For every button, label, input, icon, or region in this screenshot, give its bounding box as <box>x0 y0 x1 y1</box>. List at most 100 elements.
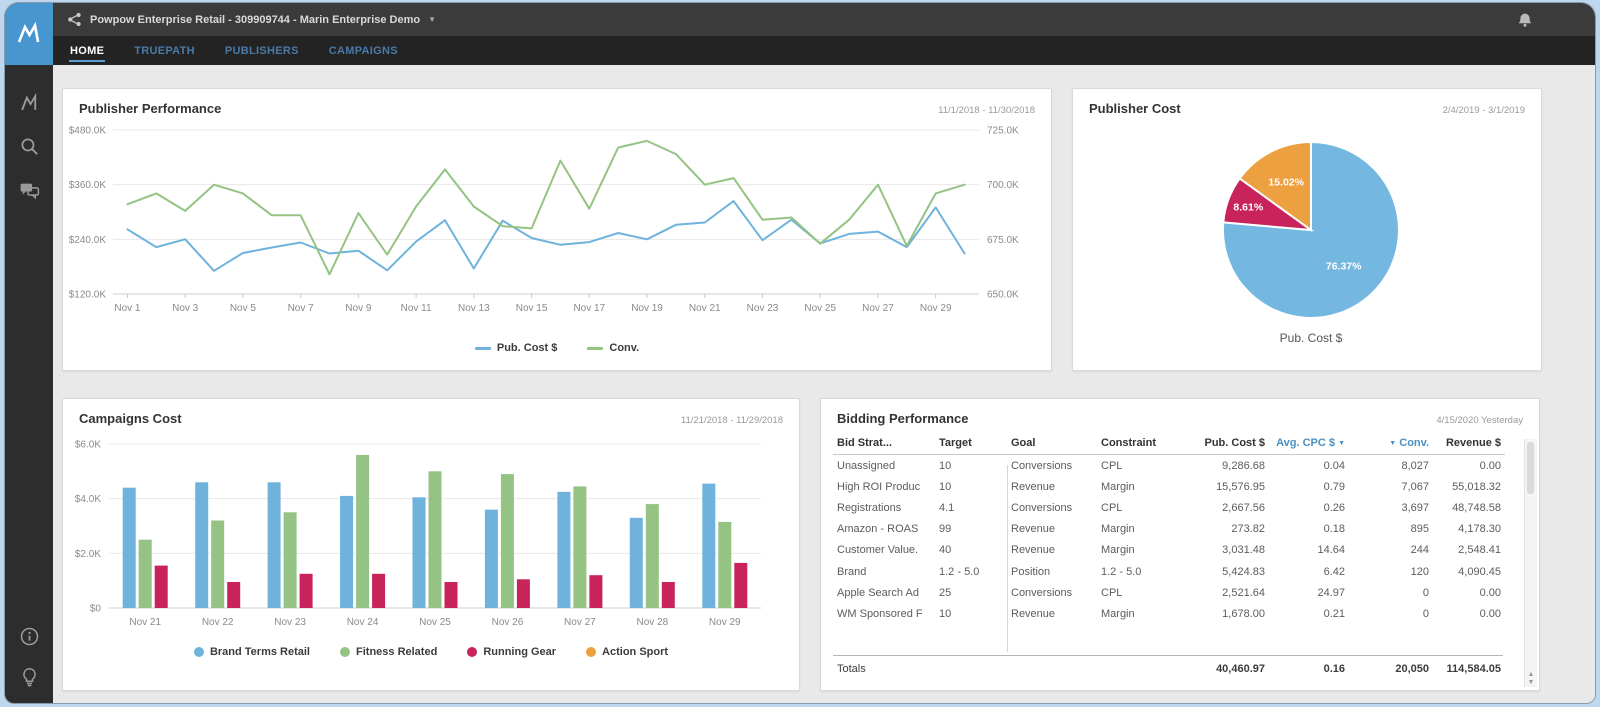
table-cell: Position <box>1007 561 1097 582</box>
scrollbar-thumb[interactable] <box>1527 442 1534 494</box>
tab-truepath[interactable]: TRUEPATH <box>133 38 196 64</box>
primary-nav: HOME TRUEPATH PUBLISHERS CAMPAIGNS <box>53 36 1595 65</box>
panel-date-range: 2/4/2019 - 3/1/2019 <box>1443 105 1525 116</box>
svg-text:Nov 17: Nov 17 <box>573 303 605 314</box>
svg-text:700.0K: 700.0K <box>987 180 1019 191</box>
table-row[interactable]: Brand1.2 - 5.0Position1.2 - 5.05,424.836… <box>833 561 1505 582</box>
table-cell: Amazon - ROAS <box>833 519 935 540</box>
table-scrollbar[interactable]: ▲ ▼ <box>1524 439 1537 687</box>
marin-logo[interactable] <box>5 3 53 65</box>
scroll-up-arrow[interactable]: ▲ <box>1528 671 1535 678</box>
column-header-target[interactable]: Target <box>935 432 1007 455</box>
publisher-performance-line-chart: $480.0K725.0K$360.0K700.0K$240.0K675.0K$… <box>63 118 1051 341</box>
scroll-down-arrow[interactable]: ▼ <box>1528 679 1535 686</box>
column-header-pub-cost[interactable]: Pub. Cost $ <box>1183 432 1269 455</box>
table-cell: 14.64 <box>1269 540 1349 561</box>
search-icon[interactable] <box>18 135 40 157</box>
svg-text:Nov 23: Nov 23 <box>274 617 306 628</box>
tab-publishers[interactable]: PUBLISHERS <box>224 38 300 64</box>
table-cell: Customer Value. <box>833 540 935 561</box>
campaigns-cost-bar-chart: $6.0K$4.0K$2.0K$0Nov 21Nov 22Nov 23Nov 2… <box>63 428 799 645</box>
panel-date-label: 4/15/2020 Yesterday <box>1436 415 1523 426</box>
chat-icon[interactable] <box>18 179 40 201</box>
frozen-column-divider <box>1007 465 1008 652</box>
svg-text:$120.0K: $120.0K <box>69 290 107 301</box>
table-cell: Conversions <box>1007 582 1097 603</box>
svg-text:Nov 27: Nov 27 <box>862 303 894 314</box>
svg-text:Nov 9: Nov 9 <box>345 303 372 314</box>
column-header-bid-strat[interactable]: Bid Strat... <box>833 432 935 455</box>
legend-item[interactable]: Running Gear <box>467 646 556 658</box>
title-bar: Powpow Enterprise Retail - 309909744 - M… <box>53 3 1595 36</box>
svg-text:Nov 28: Nov 28 <box>636 617 668 628</box>
table-cell: 10 <box>935 455 1007 477</box>
legend-item[interactable]: Brand Terms Retail <box>194 646 310 658</box>
publisher-cost-pie-chart: 76.37%8.61%15.02%Pub. Cost $ <box>1073 118 1541 359</box>
tab-home[interactable]: HOME <box>69 38 105 64</box>
legend-item[interactable]: Action Sport <box>586 646 668 658</box>
legend-item[interactable]: Pub. Cost $ <box>475 342 558 354</box>
table-cell: CPL <box>1097 455 1183 477</box>
notifications-bell-icon[interactable] <box>1517 12 1533 28</box>
dashboard: Publisher Performance 11/1/2018 - 11/30/… <box>53 65 1595 703</box>
panel-title: Publisher Performance <box>79 101 221 116</box>
table-cell: 25 <box>935 582 1007 603</box>
campaigns-cost-card: Campaigns Cost 11/21/2018 - 11/29/2018 $… <box>62 398 800 691</box>
svg-text:Nov 21: Nov 21 <box>129 617 161 628</box>
table-row[interactable]: Registrations4.1ConversionsCPL2,667.560.… <box>833 497 1505 518</box>
totals-value: 114,584.05 <box>1433 656 1505 682</box>
legend-item[interactable]: Conv. <box>587 342 639 354</box>
column-header-revenue[interactable]: Revenue $ <box>1433 432 1505 455</box>
app-window: Powpow Enterprise Retail - 309909744 - M… <box>5 3 1595 703</box>
table-row[interactable]: Amazon - ROAS99RevenueMargin273.820.1889… <box>833 519 1505 540</box>
column-header-conv[interactable]: ▼ Conv. <box>1349 432 1433 455</box>
table-cell: 7,067 <box>1349 476 1433 497</box>
table-cell: 2,548.41 <box>1433 540 1505 561</box>
svg-text:$6.0K: $6.0K <box>75 440 101 451</box>
svg-text:$4.0K: $4.0K <box>75 494 101 505</box>
svg-text:Nov 22: Nov 22 <box>202 617 234 628</box>
marin-mark-icon[interactable] <box>18 91 40 113</box>
share-icon <box>67 12 82 27</box>
svg-text:675.0K: 675.0K <box>987 235 1019 246</box>
bar-chart-legend: Brand Terms Retail Fitness Related Running… <box>63 646 799 658</box>
table-cell: Conversions <box>1007 455 1097 477</box>
table-cell: 40 <box>935 540 1007 561</box>
totals-value: 40,460.97 <box>1183 656 1269 682</box>
table-cell: CPL <box>1097 497 1183 518</box>
table-cell: Unassigned <box>833 455 935 477</box>
totals-value <box>935 656 1007 682</box>
table-row[interactable]: Unassigned10ConversionsCPL9,286.680.048,… <box>833 455 1505 477</box>
table-cell: 1.2 - 5.0 <box>935 561 1007 582</box>
table-row[interactable]: WM Sponsored F10RevenueMargin1,678.000.2… <box>833 603 1505 624</box>
svg-text:Nov 21: Nov 21 <box>689 303 721 314</box>
column-header-goal[interactable]: Goal <box>1007 432 1097 455</box>
tab-campaigns[interactable]: CAMPAIGNS <box>328 38 399 64</box>
table-cell: 1.2 - 5.0 <box>1097 561 1183 582</box>
legend-item[interactable]: Fitness Related <box>340 646 437 658</box>
table-row[interactable]: High ROI Produc10RevenueMargin15,576.950… <box>833 476 1505 497</box>
table-cell: 0.00 <box>1433 582 1505 603</box>
totals-value <box>1007 656 1097 682</box>
svg-text:Nov 3: Nov 3 <box>172 303 199 314</box>
column-header-constraint[interactable]: Constraint <box>1097 432 1183 455</box>
account-selector[interactable]: Powpow Enterprise Retail - 309909744 - M… <box>90 14 420 26</box>
caret-down-icon[interactable]: ▼ <box>428 15 436 24</box>
publisher-cost-card: Publisher Cost 2/4/2019 - 3/1/2019 76.37… <box>1072 88 1542 371</box>
table-cell: 4.1 <box>935 497 1007 518</box>
svg-text:Nov 26: Nov 26 <box>492 617 524 628</box>
table-cell: WM Sponsored F <box>833 603 935 624</box>
totals-label: Totals <box>833 656 935 682</box>
info-icon[interactable] <box>18 625 40 647</box>
column-header-avg-cpc[interactable]: Avg. CPC $ ▼ <box>1269 432 1349 455</box>
table-cell: 6.42 <box>1269 561 1349 582</box>
table-cell: Margin <box>1097 519 1183 540</box>
table-row[interactable]: Apple Search Ad25ConversionsCPL2,521.642… <box>833 582 1505 603</box>
sidebar <box>5 3 53 703</box>
table-cell: Margin <box>1097 603 1183 624</box>
table-cell: Brand <box>833 561 935 582</box>
table-row[interactable]: Customer Value.40RevenueMargin3,031.4814… <box>833 540 1505 561</box>
lightbulb-icon[interactable] <box>18 665 40 687</box>
svg-text:Nov 5: Nov 5 <box>230 303 257 314</box>
svg-text:76.37%: 76.37% <box>1326 261 1362 273</box>
